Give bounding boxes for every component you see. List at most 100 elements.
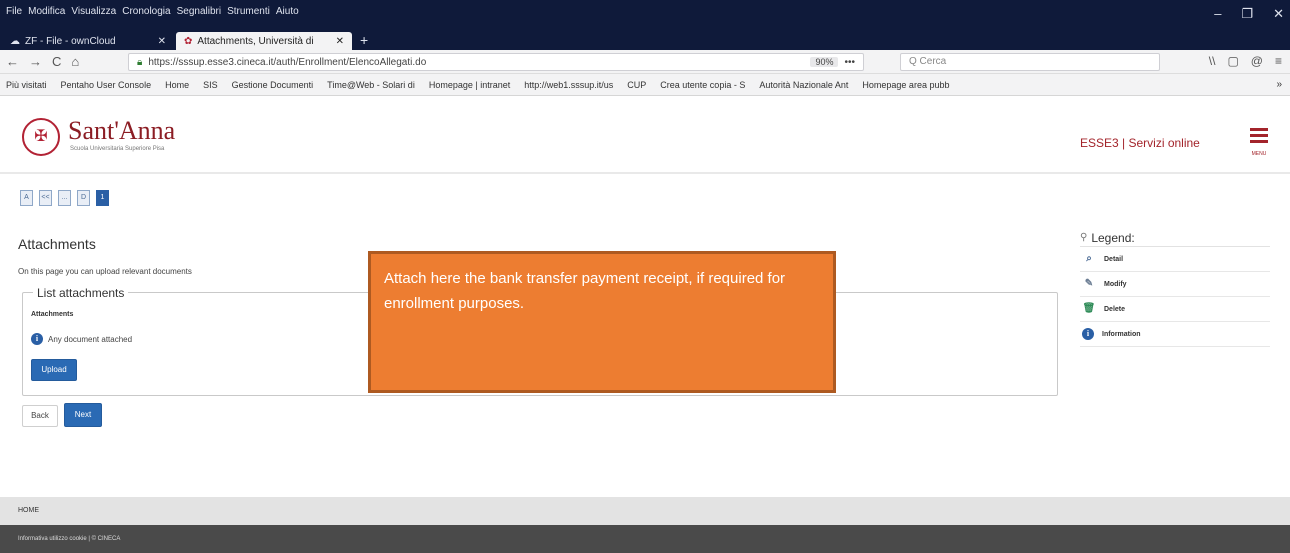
reload-icon[interactable]: C <box>52 54 61 69</box>
bookmark-item[interactable]: CUP <box>627 80 646 90</box>
step-indicator: A << ... D 1 <box>20 190 109 206</box>
cloud-icon: ☁ <box>10 35 20 47</box>
university-seal-icon: ✠ <box>22 118 60 156</box>
menu-aiuto[interactable]: Aiuto <box>276 6 299 17</box>
step-current: 1 <box>96 190 109 206</box>
legend-item-modify: ✎ Modify <box>1080 272 1270 297</box>
services-link[interactable]: ESSE3 | Servizi online <box>1080 136 1200 150</box>
bookmark-item[interactable]: Homepage | intranet <box>429 80 510 90</box>
favicon-icon: ✿ <box>184 35 193 47</box>
bookmark-item[interactable]: http://web1.sssup.it/us <box>524 80 613 90</box>
hamburger-menu-icon[interactable]: ≡ <box>1275 54 1282 68</box>
back-button[interactable]: Back <box>22 405 58 427</box>
pencil-icon: ✎ <box>1084 278 1094 289</box>
step-previous[interactable]: << <box>39 190 52 206</box>
next-button[interactable]: Next <box>64 403 102 427</box>
legend-label: Delete <box>1104 305 1126 313</box>
menu-list: File Modifica Visualizza Cronologia Segn… <box>6 6 299 17</box>
bookmark-item[interactable]: SIS <box>203 80 218 90</box>
bookmark-item[interactable]: Più visitati <box>6 80 47 90</box>
bookmark-item[interactable]: Gestione Documenti <box>232 80 314 90</box>
footer-home-link[interactable]: HOME <box>18 507 39 514</box>
search-input[interactable]: Q Cerca <box>900 53 1160 71</box>
tab-close-icon[interactable]: ✕ <box>336 36 344 47</box>
legend-item-detail: ⌕ Detail <box>1080 247 1270 272</box>
extension-icon[interactable]: @ <box>1251 54 1263 68</box>
bookmark-item[interactable]: Pentaho User Console <box>61 80 152 90</box>
menu-bar-icon <box>1250 128 1268 131</box>
tab-label: ZF - File - ownCloud <box>25 35 116 47</box>
tab-close-icon[interactable]: ✕ <box>158 36 166 47</box>
magnifier-icon: ⌕ <box>1086 253 1092 264</box>
legend-item-delete: 🗑︎ Delete <box>1080 297 1270 322</box>
list-attachments-title: List attachments <box>33 286 129 300</box>
menu-file[interactable]: File <box>6 6 22 17</box>
zoom-level[interactable]: 90% <box>810 57 839 67</box>
step-ellipsis: ... <box>58 190 71 206</box>
upload-button[interactable]: Upload <box>31 359 77 381</box>
back-arrow-icon[interactable]: ← <box>6 54 19 69</box>
menu-strumenti[interactable]: Strumenti <box>227 6 270 17</box>
menu-bar-icon <box>1250 140 1268 143</box>
attachments-heading: Attachments <box>31 311 74 318</box>
footer-cookie-link[interactable]: Informativa utilizzo cookie | © CINECA <box>18 536 120 542</box>
legend-title: Legend: <box>1091 230 1135 245</box>
logo-subtitle: Scuola Universitaria Superiore Pisa <box>70 146 165 152</box>
bookmark-item[interactable]: Autorità Nazionale Ant <box>759 80 848 90</box>
info-icon: i <box>31 333 43 345</box>
bookmark-item[interactable]: Time@Web - Solari di <box>327 80 415 90</box>
legend-panel: ⚲ Legend: ⌕ Detail ✎ Modify 🗑︎ Delete i … <box>1080 229 1270 347</box>
nav-buttons: ← → C ⌂ <box>6 54 79 69</box>
maximize-button[interactable]: ❐ <box>1241 6 1253 22</box>
window-controls: – ❐ ✕ <box>1214 6 1284 22</box>
url-text: https://sssup.esse3.cineca.it/auth/Enrol… <box>148 56 427 68</box>
close-window-button[interactable]: ✕ <box>1273 6 1284 22</box>
menu-cronologia[interactable]: Cronologia <box>122 6 170 17</box>
page-actions-icon[interactable]: ••• <box>844 57 855 68</box>
legend-item-information: i Information <box>1080 322 1270 347</box>
logo-name[interactable]: Sant'Anna <box>68 116 175 146</box>
legend-label: Modify <box>1104 280 1127 288</box>
toolbar-icons: \\ ▢ @ ≡ <box>1209 54 1282 68</box>
home-icon[interactable]: ⌂ <box>71 54 79 69</box>
tab-owncloud[interactable]: ☁ ZF - File - ownCloud ✕ <box>2 32 174 50</box>
instruction-callout: Attach here the bank transfer payment re… <box>368 251 836 393</box>
browser-navbar: ← → C ⌂ 🔒︎ https://sssup.esse3.cineca.it… <box>0 50 1290 74</box>
site-header: ✠ Sant'Anna Scuola Universitaria Superio… <box>0 96 1290 174</box>
minimize-button[interactable]: – <box>1214 6 1221 22</box>
step-a[interactable]: A <box>20 190 33 206</box>
page-title: Attachments <box>18 236 96 252</box>
menu-segnalibri[interactable]: Segnalibri <box>177 6 221 17</box>
menu-bar-icon <box>1250 134 1268 137</box>
lock-icon: 🔒︎ <box>137 56 143 68</box>
empty-message-text: Any document attached <box>48 334 133 344</box>
bookmark-item[interactable]: Crea utente copia - S <box>660 80 745 90</box>
legend-header: ⚲ Legend: <box>1080 229 1270 247</box>
menu-visualizza[interactable]: Visualizza <box>71 6 116 17</box>
page-intro: On this page you can upload relevant doc… <box>18 267 192 276</box>
bookmark-item[interactable]: Home <box>165 80 189 90</box>
forward-arrow-icon[interactable]: → <box>29 54 42 69</box>
site-menu-button[interactable]: MENU <box>1250 128 1268 158</box>
bookmarks-overflow-icon[interactable]: » <box>1276 79 1282 90</box>
footer-bottom-bar: Informativa utilizzo cookie | © CINECA <box>0 525 1290 553</box>
library-icon[interactable]: \\ <box>1209 54 1216 68</box>
browser-menubar: File Modifica Visualizza Cronologia Segn… <box>0 0 1290 30</box>
menu-label: MENU <box>1251 151 1267 157</box>
bookmarks-bar: Più visitati Pentaho User Console Home S… <box>0 74 1290 96</box>
screen: File Modifica Visualizza Cronologia Segn… <box>0 0 1290 553</box>
menu-modifica[interactable]: Modifica <box>28 6 65 17</box>
address-bar[interactable]: 🔒︎ https://sssup.esse3.cineca.it/auth/En… <box>128 53 864 71</box>
trash-icon: 🗑︎ <box>1082 303 1096 314</box>
new-tab-button[interactable]: + <box>360 32 368 48</box>
legend-label: Information <box>1102 330 1141 338</box>
pin-icon: ⚲ <box>1080 232 1088 243</box>
tab-attachments[interactable]: ✿ Attachments, Università di ✕ <box>176 32 352 50</box>
browser-tabbar: ☁ ZF - File - ownCloud ✕ ✿ Attachments, … <box>0 30 1290 50</box>
bookmark-item[interactable]: Homepage area pubb <box>862 80 949 90</box>
step-d[interactable]: D <box>77 190 90 206</box>
sidebar-icon[interactable]: ▢ <box>1227 54 1238 68</box>
footer-home-bar: HOME <box>0 497 1290 525</box>
legend-label: Detail <box>1104 255 1124 263</box>
empty-attachments-message: i Any document attached <box>31 333 132 345</box>
